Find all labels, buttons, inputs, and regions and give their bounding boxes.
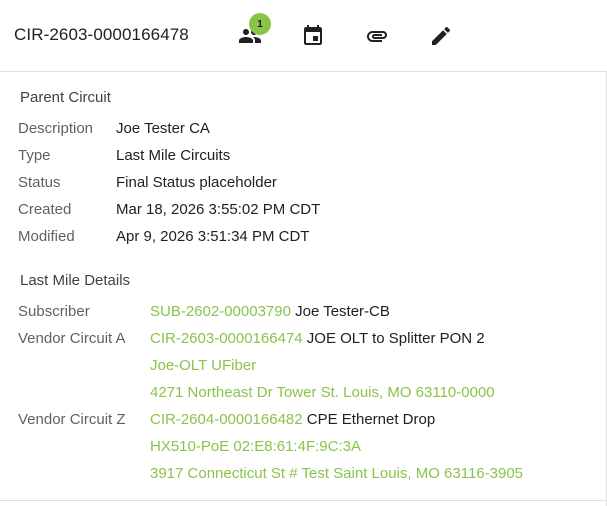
vendor-circuit-z-name: CPE Ethernet Drop (306, 411, 436, 428)
subscriber-label: Subscriber (18, 303, 90, 320)
vendor-circuit-z-row: CIR-2604-0000166482 CPE Ethernet Drop (150, 411, 435, 428)
vendor-circuit-a-name: JOE OLT to Splitter PON 2 (306, 330, 485, 347)
created-value: Mar 18, 2026 3:55:02 PM CDT (116, 201, 321, 218)
subscriber-name: Joe Tester-CB (295, 303, 390, 320)
vendor-circuit-a-row: CIR-2603-0000166474 JOE OLT to Splitter … (150, 330, 485, 347)
description-value: Joe Tester CA (116, 120, 210, 137)
vendor-circuit-z-link[interactable]: CIR-2604-0000166482 (150, 411, 303, 428)
vendor-a-address-link[interactable]: 4271 Northeast Dr Tower St. Louis, MO 63… (150, 384, 495, 401)
contacts-count-badge: 1 (249, 13, 271, 35)
vendor-z-device-link[interactable]: HX510-PoE 02:E8:61:4F:9C:3A (150, 438, 361, 455)
calendar-button[interactable] (299, 22, 327, 50)
calendar-icon (304, 25, 322, 45)
edit-icon (432, 26, 451, 45)
modified-label: Modified (18, 228, 75, 245)
circuit-id-title: CIR-2603-0000166478 (14, 25, 189, 44)
subscriber-row: SUB-2602-00003790 Joe Tester-CB (150, 303, 390, 320)
last-mile-heading: Last Mile Details (20, 272, 131, 289)
vendor-circuit-z-label: Vendor Circuit Z (18, 411, 126, 428)
parent-circuit-heading: Parent Circuit (20, 89, 111, 106)
panel-bottom-border (0, 500, 607, 501)
description-label: Description (18, 120, 94, 137)
status-label: Status (18, 174, 61, 191)
vendor-circuit-a-link[interactable]: CIR-2603-0000166474 (150, 330, 303, 347)
status-value: Final Status placeholder (116, 174, 277, 191)
circuit-header: CIR-2603-0000166478 1 (0, 0, 607, 72)
type-label: Type (18, 147, 51, 164)
attachments-button[interactable] (363, 22, 391, 50)
vendor-circuit-a-label: Vendor Circuit A (18, 330, 126, 347)
modified-value: Apr 9, 2026 3:51:34 PM CDT (116, 228, 310, 245)
created-label: Created (18, 201, 72, 218)
subscriber-id-link[interactable]: SUB-2602-00003790 (150, 303, 291, 320)
vendor-z-address-link[interactable]: 3917 Connecticut St # Test Saint Louis, … (150, 465, 523, 482)
attachment-icon (367, 31, 387, 42)
edit-button[interactable] (427, 22, 455, 50)
vendor-a-device-link[interactable]: Joe-OLT UFiber (150, 357, 256, 374)
type-value: Last Mile Circuits (116, 147, 231, 164)
